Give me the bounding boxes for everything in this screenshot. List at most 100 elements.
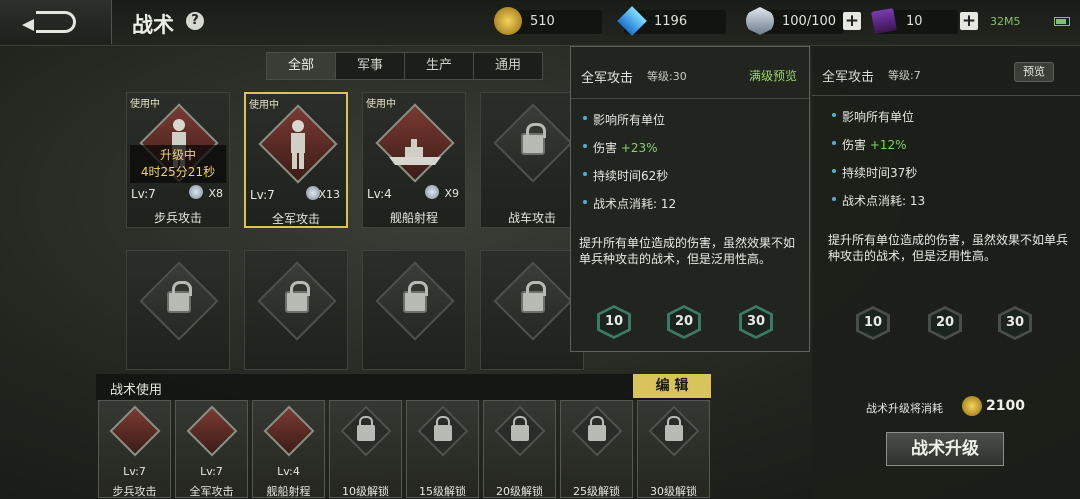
lock-icon	[357, 416, 375, 441]
card-count: X13	[318, 188, 340, 201]
preview-button[interactable]: 预览	[1014, 62, 1054, 82]
ship-icon	[389, 139, 441, 165]
upgrade-cost-value: 2100	[986, 398, 1025, 414]
card-icon	[871, 8, 897, 34]
locked-usage-slot[interactable]: 20级解锁	[483, 400, 556, 498]
battery-icon	[1054, 17, 1070, 26]
max-level-tooltip: 全军攻击 等级:30 满级预览 影响所有单位 伤害 +23% 持续时间62秒 战…	[570, 46, 810, 352]
max-preview-button[interactable]: 满级预览	[749, 67, 797, 84]
lock-icon	[665, 416, 683, 441]
locked-tactic-card[interactable]	[126, 250, 230, 370]
gold-coin-icon	[962, 396, 982, 416]
add-energy-button[interactable]: +	[843, 12, 861, 30]
help-icon[interactable]: ?	[186, 12, 204, 30]
locked-usage-slot[interactable]: 15级解锁	[406, 400, 479, 498]
tooltip-name: 全军攻击	[581, 71, 634, 86]
upgrade-timer: 升级中 4时25分21秒	[130, 145, 226, 183]
top-bar: 战术 ? 510 1196 100/100 + 10 + 32M5	[0, 0, 1080, 46]
card-level: Lv:7	[250, 188, 275, 202]
card-count: X8	[208, 187, 223, 200]
locked-usage-slot[interactable]: 25级解锁	[560, 400, 633, 498]
in-use-badge: 使用中	[249, 100, 279, 111]
lock-icon	[521, 281, 546, 313]
upgrade-time: 4时25分21秒	[140, 165, 216, 179]
card-count: X9	[444, 187, 459, 200]
in-use-badge: 使用中	[130, 99, 160, 110]
gold-coin-icon	[494, 7, 522, 35]
tactic-card-ship-range[interactable]: 使用中 Lv:4 X9 舰船射程	[362, 92, 466, 228]
locked-usage-slot[interactable]: 30级解锁	[637, 400, 710, 498]
card-level: Lv:7	[131, 187, 156, 201]
all-army-emblem-icon	[186, 405, 238, 457]
tactic-card-tank-attack[interactable]: 战车攻击	[480, 92, 584, 228]
ship-emblem-icon	[263, 405, 315, 457]
locked-tactic-card[interactable]	[362, 250, 466, 370]
back-arrow-icon	[21, 11, 76, 33]
lock-icon	[167, 281, 192, 313]
in-use-badge: 使用中	[366, 99, 396, 110]
detail-description: 提升所有单位造成的伤害，虽然效果不如单兵种攻击的战术，但是泛用性高。	[828, 233, 1069, 263]
card-value: 10	[906, 14, 923, 29]
slot-name: 25级解锁	[573, 485, 620, 498]
add-card-button[interactable]: +	[960, 12, 978, 30]
tab-military[interactable]: 军事	[335, 52, 405, 80]
level-10-icon: 10	[856, 306, 890, 340]
tactic-usage-title: 战术使用	[110, 383, 163, 398]
slot-level: Lv:7	[200, 465, 223, 478]
tooltip-stat: 影响所有单位	[582, 113, 666, 127]
edit-button[interactable]: 编 辑	[633, 374, 711, 398]
tactic-card-all-army-attack[interactable]: 使用中 Lv:7 X13 全军攻击	[244, 92, 348, 228]
locked-tactic-card[interactable]	[480, 250, 584, 370]
upgrade-status: 升级中	[159, 148, 196, 162]
slot-name: 15级解锁	[419, 485, 466, 498]
card-name: 战车攻击	[507, 211, 556, 225]
tab-general[interactable]: 通用	[473, 52, 543, 80]
tooltip-stat: 战术点消耗: 12	[582, 197, 677, 211]
locked-tactic-card[interactable]	[244, 250, 348, 370]
detail-name: 全军攻击	[822, 70, 875, 85]
card-resource: 10	[871, 8, 958, 34]
tooltip-description: 提升所有单位造成的伤害，虽然效果不如单兵种攻击的战术，但是泛用性高。	[579, 236, 796, 266]
lock-icon	[434, 416, 452, 441]
category-tabs: 全部 军事 生产 通用	[266, 52, 543, 80]
lock-icon	[511, 416, 529, 441]
card-level: Lv:4	[367, 187, 392, 201]
tactic-card-infantry-attack[interactable]: 使用中 升级中 4时25分21秒 Lv:7 X8 步兵攻击	[126, 92, 230, 228]
lock-icon	[588, 416, 606, 441]
slot-name: 30级解锁	[650, 485, 697, 498]
tab-production[interactable]: 生产	[404, 52, 474, 80]
gold-value: 510	[530, 14, 555, 29]
back-button[interactable]	[0, 0, 112, 44]
level-20-icon: 20	[928, 306, 962, 340]
lock-icon	[285, 281, 310, 313]
network-signal: 32M5	[990, 15, 1021, 28]
energy-value: 100/100	[782, 14, 837, 29]
tactic-point-icon	[746, 7, 774, 35]
gold-resource: 510	[494, 7, 602, 35]
usage-slot[interactable]: Lv:7 步兵攻击	[98, 400, 171, 498]
tactic-upgrade-button[interactable]: 战术升级	[886, 432, 1004, 466]
tactic-point-icon	[425, 185, 439, 199]
tab-all[interactable]: 全部	[266, 52, 336, 80]
lock-icon	[403, 281, 428, 313]
usage-slot[interactable]: Lv:7 全军攻击	[175, 400, 248, 498]
usage-slot[interactable]: Lv:4 舰船射程	[252, 400, 325, 498]
level-30-icon: 30	[998, 306, 1032, 340]
slot-name: 10级解锁	[342, 485, 389, 498]
energy-resource: 100/100	[746, 7, 844, 35]
card-name: 舰船射程	[389, 211, 438, 225]
locked-usage-slot[interactable]: 10级解锁	[329, 400, 402, 498]
card-name: 全军攻击	[271, 212, 320, 226]
diamond-resource: 1196	[617, 6, 726, 36]
slot-name: 舰船射程	[266, 485, 311, 498]
tooltip-stat: 伤害 +23%	[583, 141, 658, 155]
level-10-icon: 10	[597, 305, 631, 339]
tooltip-level: 等级:30	[647, 70, 687, 83]
detail-stat: 持续时间37秒	[831, 166, 918, 180]
level-30-icon: 30	[739, 305, 773, 339]
soldier-icon	[291, 120, 305, 169]
detail-stat: 战术点消耗: 13	[831, 194, 926, 208]
slot-name: 步兵攻击	[112, 485, 157, 498]
page-title: 战术	[132, 13, 174, 37]
slot-name: 20级解锁	[496, 485, 543, 498]
